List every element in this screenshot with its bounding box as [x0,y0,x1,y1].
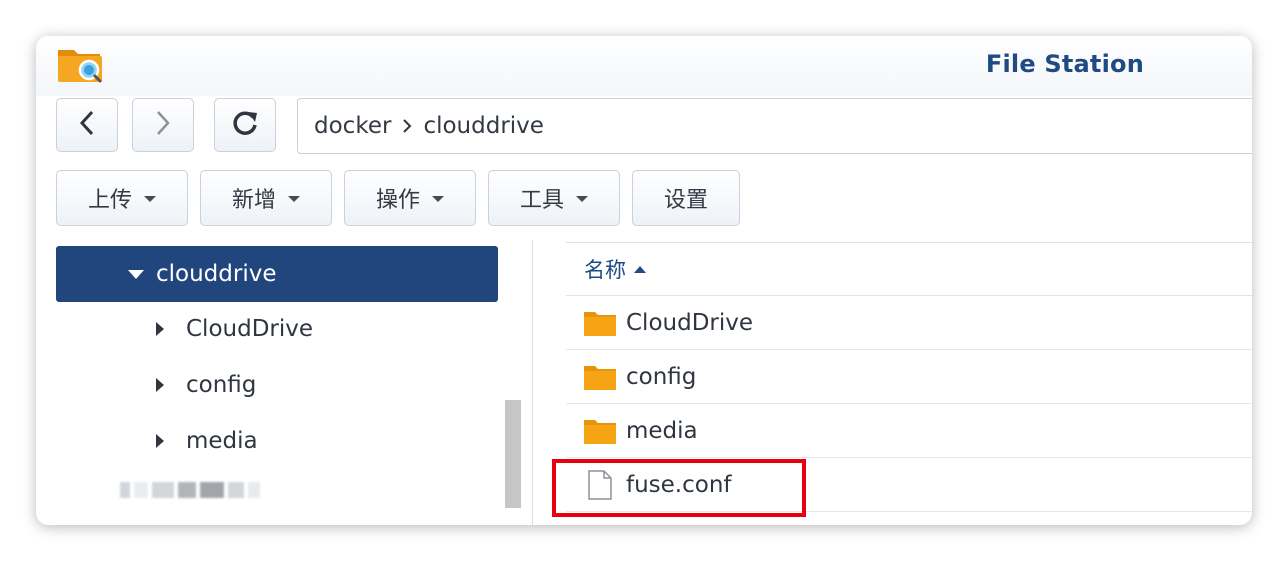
back-button[interactable] [56,98,118,152]
folder-icon [584,363,616,391]
forward-button[interactable] [132,98,194,152]
settings-button[interactable]: 设置 [632,170,740,226]
folder-magnifier-icon [56,44,104,84]
caret-down-icon [288,196,300,202]
file-station-window: File Station docker clouddrive 上传 新增 操作 … [36,36,1252,525]
caret-down-icon [144,196,156,202]
refresh-button[interactable] [214,98,276,152]
breadcrumb-clouddrive[interactable]: clouddrive [423,113,544,139]
create-button[interactable]: 新增 [200,170,332,226]
tools-label: 工具 [519,188,564,213]
chevron-right-icon [153,109,173,141]
caret-down-icon [432,196,444,202]
expand-down-icon[interactable] [128,269,144,279]
column-name-label: 名称 [584,258,626,282]
folder-icon [584,309,616,337]
caret-down-icon [576,196,588,202]
title-bar: File Station [36,36,1252,96]
tree-item-label: config [186,372,257,398]
path-bar[interactable]: docker clouddrive [297,98,1252,154]
file-row[interactable]: CloudDrive [566,296,1252,350]
tree-scrollbar[interactable] [505,400,521,508]
tree-item-config[interactable]: config [156,365,256,405]
chevron-left-icon [77,109,97,141]
expand-right-icon[interactable] [156,322,164,336]
highlight-box [552,459,806,517]
settings-label: 设置 [663,188,708,213]
tree-item-label: CloudDrive [186,316,314,342]
breadcrumb-docker[interactable]: docker [314,113,391,139]
file-row[interactable]: config [566,350,1252,404]
tree-item-cloud-drive[interactable]: CloudDrive [156,309,313,349]
tools-button[interactable]: 工具 [488,170,620,226]
tree-item-clouddrive[interactable]: clouddrive [56,246,498,302]
tree-item-label: clouddrive [156,261,277,287]
pane-divider[interactable] [532,240,533,525]
expand-right-icon[interactable] [156,434,164,448]
action-label: 操作 [375,188,420,213]
tree-item-media[interactable]: media [156,421,258,461]
file-name: CloudDrive [626,309,754,336]
redacted-tree-item [120,480,290,500]
file-row[interactable]: media [566,404,1252,458]
sort-ascending-icon [634,265,646,273]
tree-item-label: media [186,428,258,454]
create-label: 新增 [231,188,276,213]
action-button[interactable]: 操作 [344,170,476,226]
file-name: media [626,417,698,444]
folder-icon [584,417,616,445]
expand-right-icon[interactable] [156,378,164,392]
upload-button[interactable]: 上传 [56,170,188,226]
file-name: config [626,363,697,390]
upload-label: 上传 [87,188,132,213]
refresh-icon [231,109,259,141]
app-title: File Station [985,50,1144,78]
chevron-right-icon [401,117,413,135]
column-header-name[interactable]: 名称 [566,242,1252,296]
